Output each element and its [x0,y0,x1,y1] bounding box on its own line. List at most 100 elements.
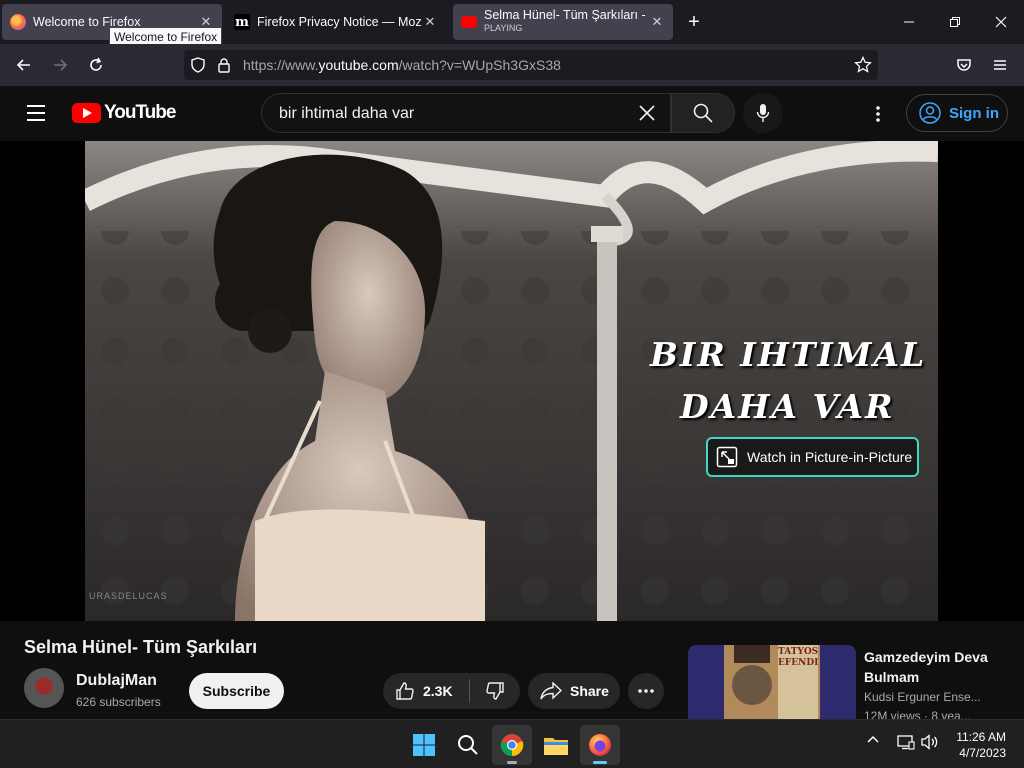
share-arrow-icon [540,682,562,700]
clear-search-icon[interactable] [632,98,662,128]
firefox-icon [10,14,26,30]
youtube-logo[interactable]: YouTube [72,101,176,125]
arrow-left-icon [16,59,30,71]
search-button[interactable] [671,93,735,133]
thumbnail-image [724,645,820,719]
close-tab-icon[interactable]: ✕ [649,14,665,30]
pocket-button[interactable] [948,49,980,81]
tab-title: Firefox Privacy Notice — Mozilla [257,15,422,29]
share-label: Share [570,683,609,699]
pip-label: Watch in Picture-in-Picture [747,449,913,465]
windows-logo-icon [413,734,435,756]
tab-title: Selma Hünel- Tüm Şarkıları - YouTube [484,9,649,22]
running-indicator [507,761,517,764]
close-tab-icon[interactable]: ✕ [422,14,438,30]
vertical-dots-icon [876,106,880,122]
firefox-nav-bar: https://www.youtube.com/watch?v=WUpSh3Gx… [0,44,1024,86]
start-button[interactable] [404,725,444,765]
windows-taskbar: 11:26 AM 4/7/2023 [0,719,1024,768]
youtube-masthead: YouTube bir ihtimal daha var Sign in [0,86,1024,141]
shield-icon[interactable] [190,57,206,73]
guide-menu-button[interactable] [20,97,52,129]
video-info-section: Selma Hünel- Tüm Şarkıları DublajMan 626… [0,621,1024,723]
thumbs-up-icon [396,682,414,700]
channel-avatar[interactable] [24,668,64,708]
overlay-line-2: DAHA VAR [680,387,895,426]
taskbar-chrome[interactable] [492,725,532,765]
restore-button[interactable] [932,7,978,37]
recommended-video-title[interactable]: Gamzedeyim Deva Bulmam [864,647,1014,687]
thumbnail-text: TATYOS EFENDI [778,647,818,669]
close-window-button[interactable] [978,7,1024,37]
running-indicator [593,761,607,764]
youtube-wordmark: YouTube [104,102,176,123]
network-icon [897,735,915,750]
url-prefix: https://www. [243,57,319,73]
bookmark-star-icon[interactable] [854,56,872,74]
firefox-tab-strip: Welcome to Firefox ✕ m Firefox Privacy N… [0,0,1024,47]
like-separator [469,679,470,703]
restore-icon [950,17,960,27]
thumbnail-text-line-1: TATYOS [778,647,819,657]
reload-button[interactable] [80,49,112,81]
search-query: bir ihtimal daha var [279,105,415,122]
new-tab-button[interactable]: + [680,8,708,36]
video-frame[interactable]: BIR IHTIMAL DAHA VAR Watch in Picture-in… [85,141,938,621]
tab-firefox-privacy-notice[interactable]: m Firefox Privacy Notice — Mozilla ✕ [226,4,446,40]
folder-icon [544,738,568,755]
tab-title-group: Selma Hünel- Tüm Şarkıları - YouTube PLA… [484,9,649,35]
taskbar-firefox[interactable] [580,725,620,765]
video-watermark: URASDELUCAS [89,591,168,601]
taskbar-search-button[interactable] [448,725,488,765]
url-domain: youtube.com [318,57,399,73]
url-path: /watch?v=WUpSh3GxS38 [398,57,561,73]
reload-icon [90,57,102,71]
voice-search-button[interactable] [743,93,783,133]
chevron-up-icon [867,735,879,743]
like-dislike-group: 2.3K [383,673,520,709]
thumbnail-text-line-2: EFENDI [778,658,819,668]
network-status[interactable] [897,734,915,750]
like-button[interactable]: 2.3K [383,673,469,709]
settings-menu-button[interactable] [862,98,894,130]
mozilla-m-icon: m [234,14,250,30]
speaker-icon [921,734,938,750]
youtube-favicon-icon [461,16,477,28]
subscriber-count: 626 subscribers [76,695,161,709]
dislike-button[interactable] [471,673,519,709]
video-title: Selma Hünel- Tüm Şarkıları [24,637,258,657]
subscribe-button[interactable]: Subscribe [189,673,284,709]
system-clock[interactable]: 11:26 AM 4/7/2023 [952,729,1006,761]
recommended-video-thumbnail[interactable]: TATYOS EFENDI [688,645,856,719]
picture-in-picture-icon [716,446,738,468]
url-text: https://www.youtube.com/watch?v=WUpSh3Gx… [243,57,561,73]
picture-in-picture-button[interactable]: Watch in Picture-in-Picture [706,437,919,477]
sign-in-button[interactable]: Sign in [906,94,1008,132]
volume-control[interactable] [921,734,939,750]
close-icon [995,16,1007,28]
app-menu-button[interactable] [984,49,1016,81]
search-input[interactable]: bir ihtimal daha var [261,93,671,133]
clock-date: 4/7/2023 [959,746,1006,760]
video-overlay-text: BIR IHTIMAL DAHA VAR [650,329,930,433]
youtube-play-icon [72,103,101,123]
pocket-icon [957,59,971,71]
back-button[interactable] [8,49,40,81]
more-actions-button[interactable] [628,673,664,709]
tab-youtube-playing[interactable]: Selma Hünel- Tüm Şarkıları - YouTube PLA… [453,4,673,40]
address-bar[interactable]: https://www.youtube.com/watch?v=WUpSh3Gx… [184,50,878,80]
search-icon [693,103,713,123]
clock-time: 11:26 AM [956,730,1006,744]
video-player[interactable]: BIR IHTIMAL DAHA VAR Watch in Picture-in… [0,141,1024,621]
search-icon [458,735,478,755]
thumbs-down-icon [486,682,504,700]
share-button[interactable]: Share [528,673,620,709]
minimize-button[interactable] [886,7,932,37]
taskbar-file-explorer[interactable] [536,725,576,765]
recommended-channel-name[interactable]: Kudsi Erguner Ense... [864,690,981,704]
microphone-icon [756,104,770,122]
lock-icon[interactable] [217,57,231,73]
forward-button[interactable] [44,49,76,81]
channel-name[interactable]: DublajMan [76,672,157,690]
show-hidden-icons-button[interactable] [866,734,880,744]
